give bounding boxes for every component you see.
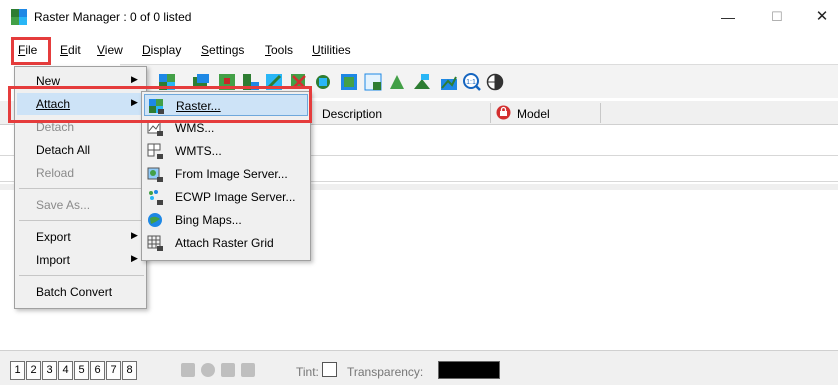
file-menu-export-label: Export	[36, 230, 71, 244]
attach-bing-maps-item[interactable]: Bing Maps...	[144, 209, 308, 231]
menu-utilities-key: U	[312, 43, 321, 57]
menu-view-label: iew	[104, 43, 123, 57]
raster-manager-window: Raster Manager : 0 of 0 listed — ☐ ✕ Fil…	[0, 0, 838, 385]
file-menu-highlight-box	[11, 37, 51, 65]
model-lock-icon	[496, 105, 511, 120]
toolbar-raster-icon-7[interactable]	[314, 73, 332, 91]
menu-separator	[19, 188, 144, 189]
attach-raster-grid-label: Attach Raster Grid	[175, 236, 274, 250]
transparency-slider[interactable]	[438, 361, 500, 379]
toolbar-raster-icon-11[interactable]	[413, 73, 431, 91]
svg-text:1:1: 1:1	[466, 79, 476, 86]
file-menu-reload-label: Reload	[36, 166, 75, 180]
column-separator	[600, 103, 601, 123]
menu-display-key: D	[142, 43, 151, 57]
file-menu-detach-all[interactable]: Detach All	[17, 139, 145, 161]
menu-separator	[19, 220, 144, 221]
menu-tools[interactable]: Tools	[265, 43, 293, 57]
attach-raster-grid-item[interactable]: Attach Raster Grid	[144, 232, 308, 254]
attach-ecwp-item[interactable]: ECWP Image Server...	[144, 186, 308, 208]
bing-maps-icon	[148, 213, 162, 227]
view-button-4[interactable]: 4	[58, 361, 73, 380]
toolbar-raster-icon-10[interactable]	[388, 73, 406, 91]
menu-utilities-label: tilities	[320, 43, 351, 57]
attach-image-server-item[interactable]: From Image Server...	[144, 163, 308, 185]
attach-wms-label: WMS...	[175, 121, 215, 135]
menu-view-key: V	[97, 43, 105, 57]
column-separator	[490, 103, 491, 123]
menu-settings-label: ettings	[209, 43, 245, 57]
grid-icon[interactable]	[241, 363, 255, 377]
menu-view[interactable]: View	[97, 43, 123, 57]
file-menu-export[interactable]: Export ▶	[17, 226, 145, 248]
close-button[interactable]: ✕	[810, 6, 834, 28]
minimize-button[interactable]: —	[716, 6, 740, 28]
view-button-8[interactable]: 8	[122, 361, 137, 380]
menu-edit-key: E	[60, 43, 69, 57]
view-button-1[interactable]: 1	[10, 361, 25, 380]
submenu-arrow-icon: ▶	[131, 74, 138, 84]
ecwp-icon	[149, 190, 163, 205]
window-title: Raster Manager : 0 of 0 listed	[34, 10, 192, 24]
toolbar-raster-icon-12[interactable]	[440, 73, 458, 91]
menu-edit-label: dit	[68, 43, 81, 57]
menu-display[interactable]: Display	[142, 43, 181, 57]
file-menu-detach-all-label: Detach All	[36, 143, 91, 157]
toolbar-raster-icon-9[interactable]	[364, 73, 382, 91]
attach-highlight-box	[8, 86, 312, 123]
attach-wmts-item[interactable]: WMTS...	[144, 140, 308, 162]
attach-wmts-label: WMTS...	[175, 144, 222, 158]
file-menu-batch-convert-label: Batch Convert	[36, 285, 113, 299]
image-server-icon	[147, 167, 163, 182]
menu-tools-label: ools	[271, 43, 294, 57]
menu-separator	[19, 275, 144, 276]
fit-icon[interactable]	[221, 363, 235, 377]
search-icon[interactable]	[201, 363, 215, 377]
column-description[interactable]: Description	[322, 107, 382, 121]
submenu-arrow-icon: ▶	[131, 253, 138, 263]
file-menu-import[interactable]: Import ▶	[17, 249, 145, 271]
toolbar-globe-icon[interactable]	[486, 73, 504, 91]
wmts-icon	[147, 143, 163, 159]
status-bar: 1 2 3 4 5 6 7 8 Tint: Transparency:	[0, 350, 838, 385]
maximize-button[interactable]: ☐	[765, 6, 789, 28]
view-button-2[interactable]: 2	[26, 361, 41, 380]
column-model[interactable]: Model	[517, 107, 550, 121]
attach-ecwp-label: ECWP Image Server...	[175, 190, 296, 204]
transparency-label: Transparency:	[347, 365, 424, 379]
view-button-7[interactable]: 7	[106, 361, 121, 380]
tint-checkbox[interactable]	[322, 362, 337, 377]
file-menu-save-as-label: Save As...	[36, 198, 91, 212]
view-button-6[interactable]: 6	[90, 361, 105, 380]
menu-settings-key: S	[201, 43, 210, 57]
raster-grid-icon	[147, 235, 163, 251]
file-menu-save-as[interactable]: Save As...	[17, 194, 145, 216]
raster-manager-app-icon	[11, 9, 27, 25]
menu-display-label: isplay	[150, 43, 182, 57]
file-menu-reload[interactable]: Reload	[17, 162, 145, 184]
menu-edit[interactable]: Edit	[60, 43, 81, 57]
title-bar: Raster Manager : 0 of 0 listed — ☐ ✕	[0, 0, 838, 34]
attach-image-server-label: From Image Server...	[175, 167, 288, 181]
attach-bing-maps-label: Bing Maps...	[175, 213, 242, 227]
toolbar-zoom-1-1-icon[interactable]: 1:1	[463, 73, 481, 91]
menu-bar: File Edit View Display Settings Tools Ut…	[0, 38, 838, 62]
print-icon[interactable]	[181, 363, 195, 377]
tint-label: Tint:	[296, 365, 319, 379]
view-button-3[interactable]: 3	[42, 361, 57, 380]
menu-settings[interactable]: Settings	[201, 43, 244, 57]
file-menu-import-label: Import	[36, 253, 71, 267]
view-button-5[interactable]: 5	[74, 361, 89, 380]
menu-utilities[interactable]: Utilities	[312, 43, 351, 57]
submenu-arrow-icon: ▶	[131, 230, 138, 240]
file-menu-batch-convert[interactable]: Batch Convert	[17, 281, 145, 303]
toolbar-raster-icon-8[interactable]	[340, 73, 358, 91]
